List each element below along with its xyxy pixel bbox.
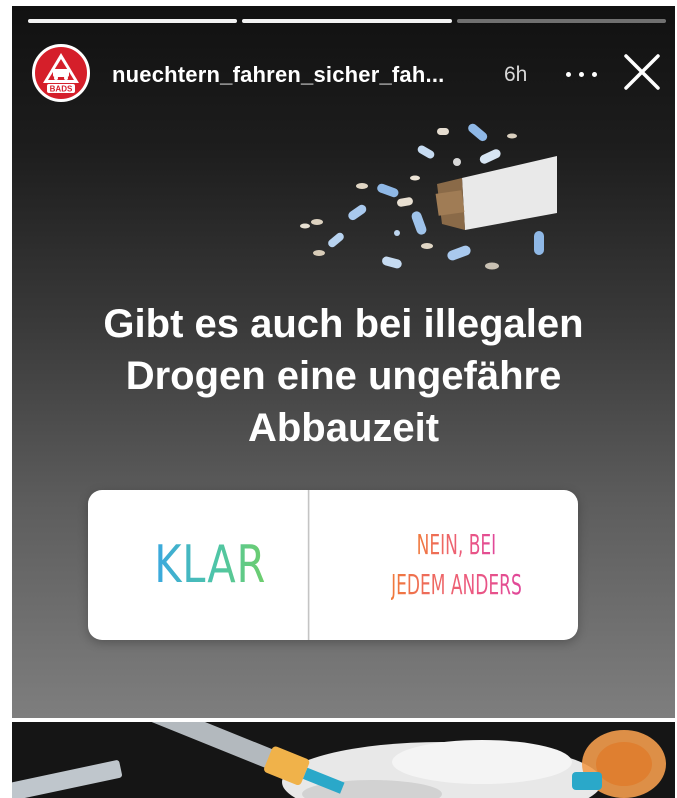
question-text: Gibt es auch bei illegalen Drogen eine u…: [12, 298, 675, 454]
more-horizontal-icon: [566, 72, 571, 77]
avatar-label: BADS: [50, 85, 73, 94]
close-button[interactable]: [622, 52, 662, 92]
poll-sticker: KLAR NEIN, BEI JEDEM ANDERS: [88, 490, 578, 640]
poll-option-label: KLAR: [154, 535, 267, 595]
pills-image: [300, 123, 557, 270]
story-username[interactable]: nuechtern_fahren_sicher_fah...: [112, 62, 444, 88]
story-progress-bar: [28, 19, 666, 24]
poll-option-label: NEIN, BEI JEDEM ANDERS: [372, 525, 540, 605]
story-viewer[interactable]: BADS nuechtern_fahren_sicher_fah... 6h G…: [12, 6, 675, 718]
next-story-preview[interactable]: [12, 722, 675, 798]
poll-option-klar[interactable]: KLAR: [113, 490, 310, 640]
more-options-button[interactable]: [562, 60, 602, 88]
progress-segment: [28, 19, 238, 23]
close-icon: [624, 54, 660, 90]
poll-option-line: NEIN, BEI: [416, 525, 496, 565]
question-line: Abbauzeit: [247, 406, 440, 450]
avatar[interactable]: BADS: [32, 44, 90, 102]
syringe-powder-image: [12, 722, 675, 798]
progress-segment: [456, 19, 666, 23]
more-horizontal-icon: [579, 72, 584, 77]
question-line: Drogen eine ungefähre: [125, 354, 562, 398]
story-timestamp: 6h: [504, 63, 528, 86]
more-horizontal-icon: [592, 72, 597, 77]
poll-option-line: JEDEM ANDERS: [391, 565, 522, 605]
bads-logo-icon: BADS: [43, 53, 79, 94]
question-line: Gibt es auch bei illegalen: [103, 302, 584, 346]
poll-option-nein[interactable]: NEIN, BEI JEDEM ANDERS: [334, 490, 578, 640]
progress-segment: [242, 19, 452, 23]
